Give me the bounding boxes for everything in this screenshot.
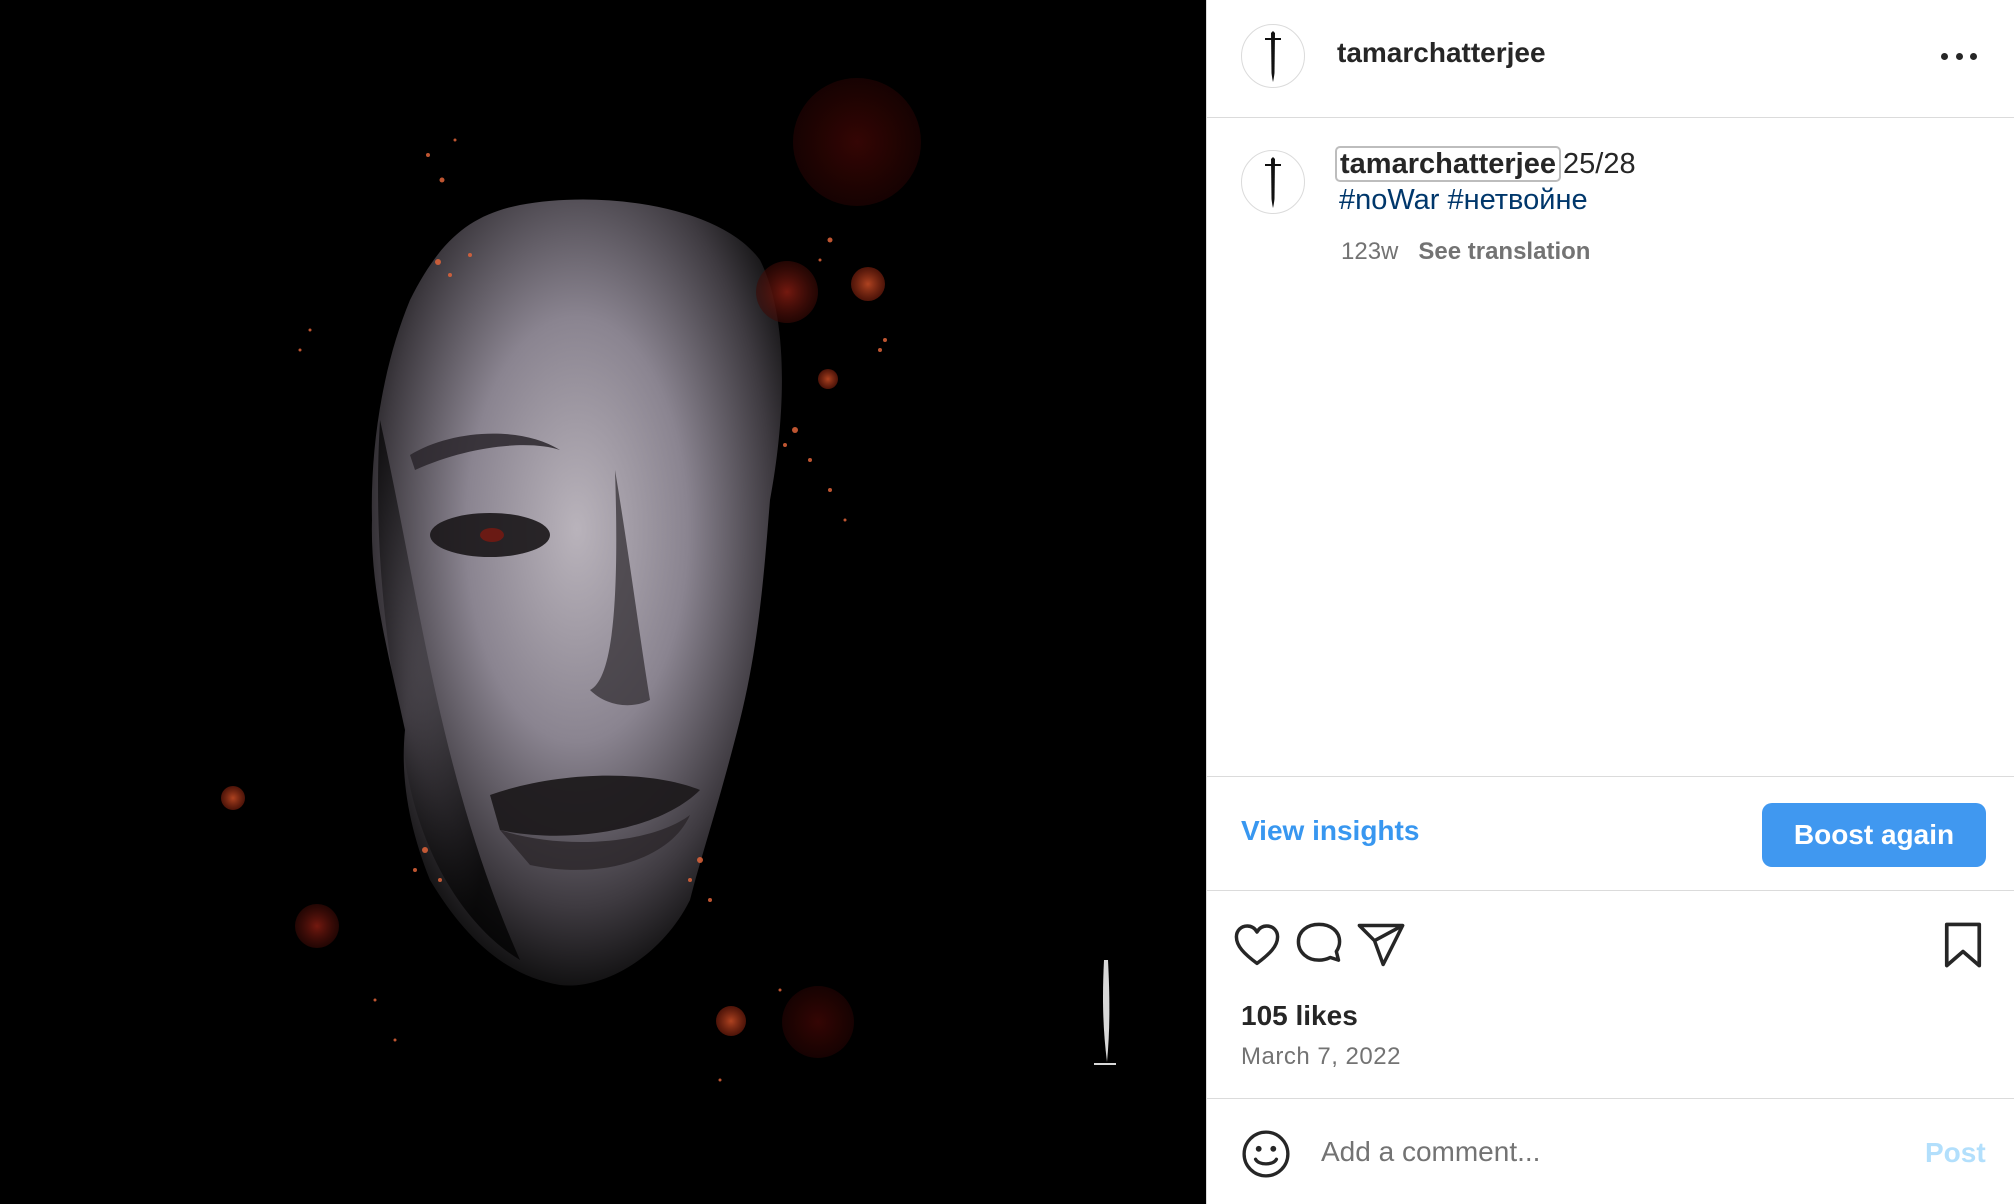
promotion-bar: View insights Boost again xyxy=(1207,776,2014,891)
post-age: 123w xyxy=(1341,238,1399,265)
caption-section: tamarchatterjee 25/28 #noWar #нетвойне 123… xyxy=(1207,118,2014,776)
caption-avatar[interactable] xyxy=(1241,150,1305,214)
caption-hashtags: #noWar #нетвойне xyxy=(1339,184,1596,217)
boost-again-button[interactable]: Boost again xyxy=(1762,803,1986,867)
comment-bubble-icon[interactable] xyxy=(1293,919,1345,971)
smiley-icon[interactable] xyxy=(1241,1129,1291,1179)
comment-composer: Post xyxy=(1207,1098,2014,1204)
caption-text: 25/28 xyxy=(1563,148,1636,180)
see-translation-link[interactable]: See translation xyxy=(1418,238,1590,265)
post-image[interactable] xyxy=(0,0,1206,1204)
hashtag-link-netvoyne[interactable]: #нетвойне xyxy=(1447,184,1587,216)
heart-icon[interactable] xyxy=(1231,919,1283,971)
hashtag-link-nowar[interactable]: #noWar xyxy=(1339,184,1439,216)
caption-username-link[interactable]: tamarchatterjee xyxy=(1335,146,1561,182)
avatar[interactable] xyxy=(1241,24,1305,88)
caption-line: tamarchatterjee 25/28 xyxy=(1335,146,1636,182)
more-dot xyxy=(1970,52,1977,60)
dagger-logo-icon xyxy=(1265,31,1281,82)
view-insights-link[interactable]: View insights xyxy=(1241,815,1419,847)
post-date[interactable]: March 7, 2022 xyxy=(1241,1043,1401,1071)
likes-count[interactable]: 105 likes xyxy=(1241,1000,1358,1032)
post-side-panel: tamarchatterjee tamarchatterjee 25/28 #no… xyxy=(1206,0,2014,1204)
post-comment-button[interactable]: Post xyxy=(1925,1137,1986,1169)
more-options-icon[interactable] xyxy=(1937,38,1981,74)
bookmark-icon[interactable] xyxy=(1937,919,1989,971)
post-action-icons xyxy=(1207,891,2014,991)
caption-meta: 123w See translation xyxy=(1341,238,1590,266)
post-header: tamarchatterjee xyxy=(1207,0,2014,118)
header-username[interactable]: tamarchatterjee xyxy=(1337,37,1546,69)
dagger-logo-icon xyxy=(1265,157,1281,208)
comment-input[interactable] xyxy=(1321,1127,1881,1177)
more-dot xyxy=(1941,52,1948,60)
more-dot xyxy=(1955,52,1963,60)
artwork-portrait-image xyxy=(0,0,1206,1204)
send-paper-plane-icon[interactable] xyxy=(1355,919,1407,971)
